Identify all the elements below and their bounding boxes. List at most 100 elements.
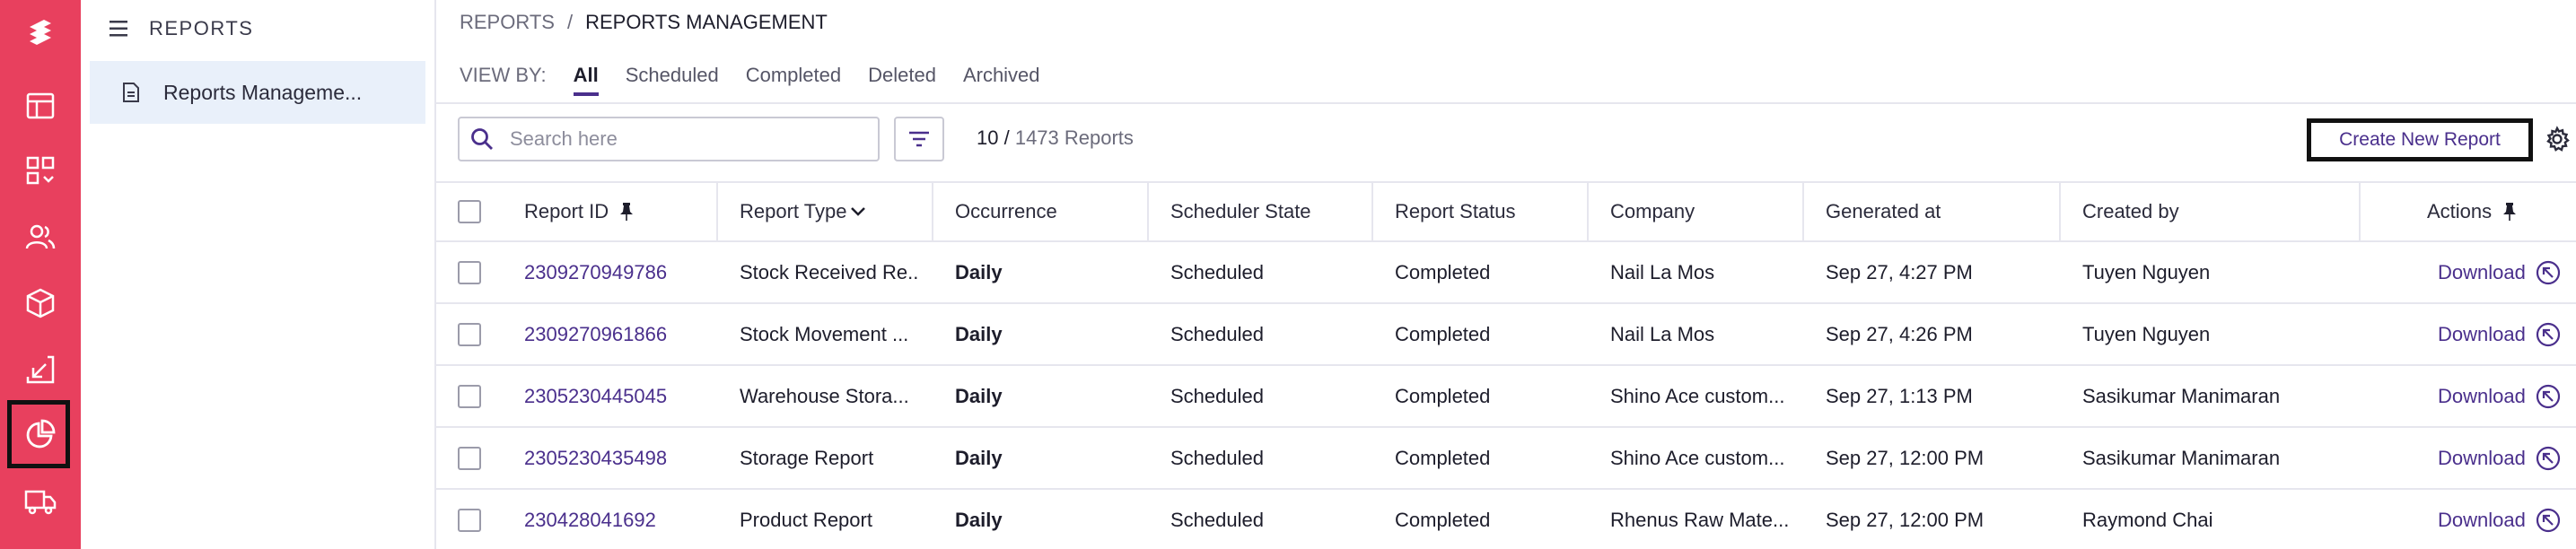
tab-deleted[interactable]: Deleted — [868, 64, 936, 96]
tabs-divider — [436, 102, 2576, 104]
main-content: REPORTS / REPORTS MANAGEMENT VIEW BY: Al… — [436, 0, 2576, 549]
filter-button[interactable] — [894, 117, 944, 161]
sidebar-section-title: REPORTS — [149, 17, 254, 39]
dashboard-icon[interactable] — [0, 138, 81, 203]
report-count: 10 / 1473 Reports — [977, 126, 1134, 150]
column-header-scheduler-state[interactable]: Scheduler State — [1170, 183, 1311, 240]
inbound-icon[interactable] — [0, 337, 81, 402]
table-row: 2309270949786 Stock Received Re... Daily… — [436, 242, 2576, 304]
download-link[interactable]: Download — [2438, 261, 2526, 284]
row-checkbox[interactable] — [458, 322, 481, 346]
row-checkbox[interactable] — [458, 446, 481, 470]
report-id-link[interactable]: 2309270961866 — [524, 304, 667, 364]
created-by-cell: Sasikumar Manimaran — [2082, 384, 2281, 407]
row-checkbox[interactable] — [458, 260, 481, 284]
download-arrow-icon[interactable] — [2535, 321, 2562, 348]
download-link[interactable]: Download — [2438, 509, 2526, 532]
filter-icon — [909, 131, 929, 147]
select-all-checkbox[interactable] — [458, 200, 481, 223]
row-checkbox-cell — [458, 242, 481, 302]
download-link[interactable]: Download — [2438, 447, 2526, 470]
report-id-link[interactable]: 2305230445045 — [524, 366, 667, 426]
report-type-cell: Storage Report — [740, 446, 874, 469]
generated-at-cell: Sep 27, 4:26 PM — [1826, 322, 1973, 345]
column-header-generated-at[interactable]: Generated at — [1826, 183, 1941, 240]
generated-at-cell: Sep 27, 12:00 PM — [1826, 446, 1985, 469]
hamburger-menu-icon[interactable] — [110, 20, 129, 38]
row-checkbox-cell — [458, 428, 481, 488]
company-cell: Shino Ace custom... — [1610, 384, 1785, 407]
scheduler-state-cell: Scheduled — [1170, 446, 1264, 469]
pin-icon[interactable] — [2502, 202, 2517, 222]
column-header-report-status[interactable]: Report Status — [1395, 183, 1516, 240]
create-new-report-button[interactable]: Create New Report — [2307, 118, 2533, 161]
occurrence-cell: Daily — [955, 446, 1003, 469]
column-header-created-by[interactable]: Created by — [2082, 183, 2179, 240]
column-divider — [716, 183, 718, 240]
download-action[interactable]: Download — [2438, 490, 2562, 549]
box-icon[interactable] — [0, 271, 81, 336]
report-id-link[interactable]: 2305230435498 — [524, 428, 667, 488]
report-type-cell: Stock Movement ... — [740, 322, 909, 345]
column-divider — [1147, 183, 1149, 240]
row-checkbox-cell — [458, 304, 481, 364]
tab-completed[interactable]: Completed — [746, 64, 841, 96]
occurrence-cell: Daily — [955, 260, 1003, 283]
column-divider — [932, 183, 933, 240]
column-header-company[interactable]: Company — [1610, 183, 1695, 240]
download-link[interactable]: Download — [2438, 385, 2526, 408]
chevron-down-icon[interactable] — [850, 206, 866, 217]
users-icon[interactable] — [0, 205, 81, 269]
download-action[interactable]: Download — [2438, 304, 2562, 364]
scheduler-state-cell: Scheduled — [1170, 508, 1264, 531]
download-action[interactable]: Download — [2438, 428, 2562, 488]
gear-icon[interactable] — [2544, 126, 2571, 152]
tab-all[interactable]: All — [573, 64, 599, 96]
table-row: 230428041692 Product Report Daily Schedu… — [436, 490, 2576, 549]
report-count-shown: 10 / — [977, 126, 1010, 149]
column-header-report-type[interactable]: Report Type — [740, 183, 866, 240]
breadcrumb-separator: / — [566, 11, 574, 33]
tab-archived[interactable]: Archived — [963, 64, 1040, 96]
view-by-tabs: VIEW BY: All Scheduled Completed Deleted… — [460, 59, 1040, 96]
download-arrow-icon[interactable] — [2535, 507, 2562, 534]
report-status-cell: Completed — [1395, 384, 1491, 407]
truck-icon[interactable] — [0, 468, 81, 533]
column-header-report-id[interactable]: Report ID — [524, 183, 634, 240]
occurrence-cell: Daily — [955, 322, 1003, 345]
column-header-actions: Actions — [2427, 183, 2517, 240]
download-arrow-icon[interactable] — [2535, 259, 2562, 286]
column-label: Actions — [2427, 200, 2493, 222]
row-checkbox[interactable] — [458, 508, 481, 532]
search-input[interactable] — [510, 127, 869, 151]
document-icon — [123, 83, 139, 102]
company-cell: Nail La Mos — [1610, 322, 1715, 345]
download-action[interactable]: Download — [2438, 242, 2562, 302]
download-link[interactable]: Download — [2438, 323, 2526, 346]
search-box — [458, 117, 880, 161]
breadcrumb-parent[interactable]: REPORTS — [460, 11, 555, 34]
row-checkbox[interactable] — [458, 384, 481, 408]
download-arrow-icon[interactable] — [2535, 445, 2562, 472]
download-arrow-icon[interactable] — [2535, 383, 2562, 410]
select-all-cell — [458, 183, 481, 240]
logo-icon[interactable] — [0, 2, 81, 66]
sidebar-item-reports-management[interactable]: Reports Manageme... — [90, 61, 425, 124]
created-by-cell: Tuyen Nguyen — [2082, 322, 2211, 345]
app-rail — [0, 0, 81, 549]
created-by-cell: Tuyen Nguyen — [2082, 260, 2211, 283]
report-id-link[interactable]: 2309270949786 — [524, 242, 667, 302]
report-type-cell: Stock Received Re... — [740, 260, 919, 283]
pin-icon[interactable] — [619, 202, 634, 222]
column-header-occurrence[interactable]: Occurrence — [955, 183, 1057, 240]
breadcrumb-current: REPORTS MANAGEMENT — [585, 11, 828, 33]
reports-pie-icon[interactable] — [0, 400, 81, 468]
download-action[interactable]: Download — [2438, 366, 2562, 426]
tab-scheduled[interactable]: Scheduled — [626, 64, 719, 96]
column-divider — [1802, 183, 1804, 240]
table-row: 2305230445045 Warehouse Stora... Daily S… — [436, 366, 2576, 428]
layout-icon[interactable] — [0, 74, 81, 138]
column-divider — [2059, 183, 2061, 240]
report-id-link[interactable]: 230428041692 — [524, 490, 656, 549]
report-type-cell: Product Report — [740, 508, 872, 531]
